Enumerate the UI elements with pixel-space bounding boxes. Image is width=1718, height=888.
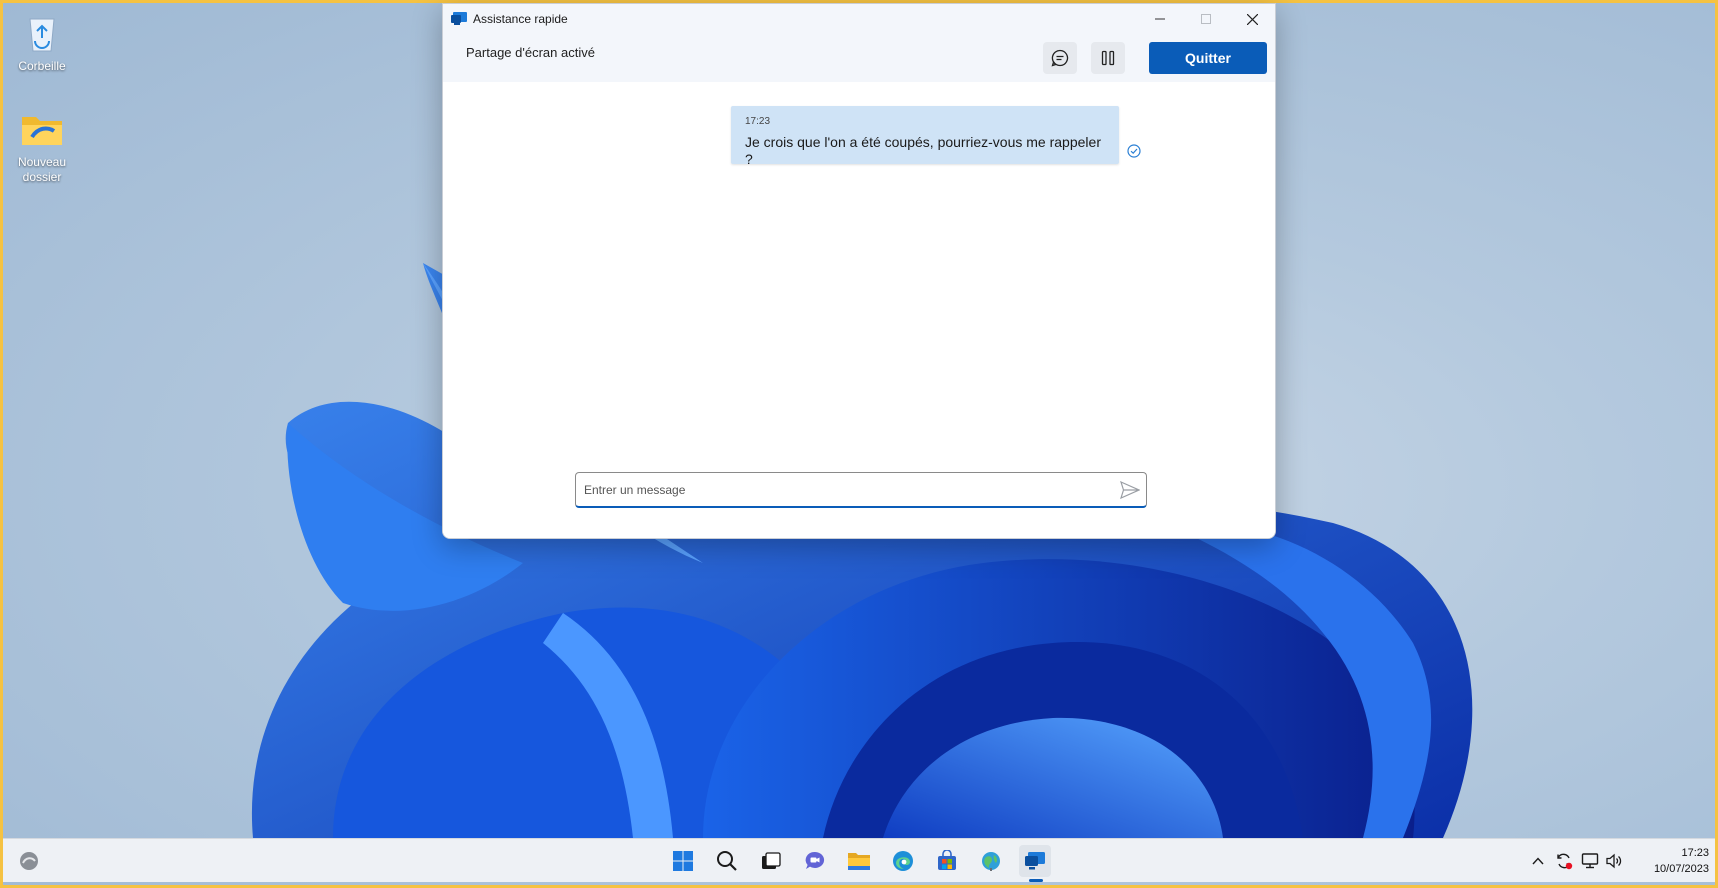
- weather-icon: [982, 852, 1000, 871]
- recycle-bin-icon: [20, 13, 64, 53]
- clock-date: 10/07/2023: [1653, 863, 1709, 875]
- clock-time: 17:23: [1681, 847, 1709, 859]
- message-time: 17:23: [745, 116, 771, 127]
- volume-icon: [1606, 853, 1622, 869]
- pause-icon: [1101, 50, 1115, 66]
- chat-area: 17:23 Je crois que l'on a été coupés, po…: [443, 82, 1275, 538]
- message-sent-check-icon: [1127, 144, 1141, 158]
- widgets-icon: [20, 852, 38, 870]
- message-input[interactable]: [584, 475, 1104, 505]
- desktop-icon-label: Corbeille: [18, 59, 66, 73]
- volume-button[interactable]: [1605, 852, 1623, 870]
- search-icon: [717, 851, 737, 871]
- chat-icon: [1051, 49, 1069, 67]
- quit-button[interactable]: Quitter: [1149, 42, 1267, 74]
- weather-button[interactable]: [975, 845, 1007, 877]
- desktop-icon-label: Nouveau dossier: [17, 155, 67, 184]
- quick-assist-icon: [1025, 852, 1045, 870]
- network-icon: [1581, 853, 1599, 869]
- teams-chat-button[interactable]: [799, 845, 831, 877]
- widgets-button[interactable]: [13, 845, 45, 877]
- system-clock[interactable]: 17:23 10/07/2023: [1635, 845, 1709, 877]
- maximize-button[interactable]: [1183, 4, 1229, 34]
- start-button[interactable]: [667, 845, 699, 877]
- taskbar: 17:23 10/07/2023: [3, 838, 1715, 882]
- chat-toggle-button[interactable]: [1043, 42, 1077, 74]
- task-view-icon: [762, 852, 781, 869]
- show-hidden-icons-button[interactable]: [1529, 852, 1547, 870]
- edge-button[interactable]: [887, 845, 919, 877]
- task-view-button[interactable]: [755, 845, 787, 877]
- sync-icon: [1557, 853, 1573, 870]
- quick-assist-window: Assistance rapide Partage d'écran activé: [442, 3, 1276, 539]
- desktop-icon-recycle-bin[interactable]: Corbeille: [6, 13, 78, 74]
- teams-chat-icon: [805, 851, 825, 869]
- file-explorer-button[interactable]: [843, 845, 875, 877]
- search-button[interactable]: [711, 845, 743, 877]
- window-title: Assistance rapide: [473, 12, 568, 26]
- minimize-icon: [1155, 18, 1165, 20]
- title-bar[interactable]: Assistance rapide: [443, 4, 1275, 34]
- minimize-button[interactable]: [1137, 4, 1183, 34]
- start-icon: [673, 851, 693, 871]
- message-input-box: [575, 472, 1147, 508]
- store-button[interactable]: [931, 845, 963, 877]
- message-bubble: 17:23 Je crois que l'on a été coupés, po…: [731, 106, 1119, 167]
- edge-icon: [893, 851, 913, 871]
- folder-icon: [20, 109, 64, 149]
- close-button[interactable]: [1229, 4, 1275, 34]
- session-toolbar: Partage d'écran activé Quitter: [443, 34, 1275, 82]
- close-icon: [1246, 13, 1258, 25]
- quick-assist-taskbar-button[interactable]: [1019, 845, 1051, 877]
- file-explorer-icon: [848, 853, 870, 870]
- send-icon[interactable]: [1120, 481, 1140, 499]
- sync-status-button[interactable]: [1555, 852, 1573, 870]
- desktop-icon-new-folder[interactable]: Nouveau dossier: [6, 109, 78, 185]
- active-app-indicator: [1029, 879, 1043, 882]
- message-text: Je crois que l'on a été coupés, pourriez…: [745, 134, 1101, 167]
- network-button[interactable]: [1581, 852, 1599, 870]
- pause-sharing-button[interactable]: [1091, 42, 1125, 74]
- store-icon: [938, 850, 956, 870]
- maximize-icon: [1201, 14, 1211, 24]
- screen-sharing-status: Partage d'écran activé: [466, 45, 595, 60]
- chevron-up-icon: [1532, 857, 1544, 865]
- quick-assist-icon: [451, 12, 467, 25]
